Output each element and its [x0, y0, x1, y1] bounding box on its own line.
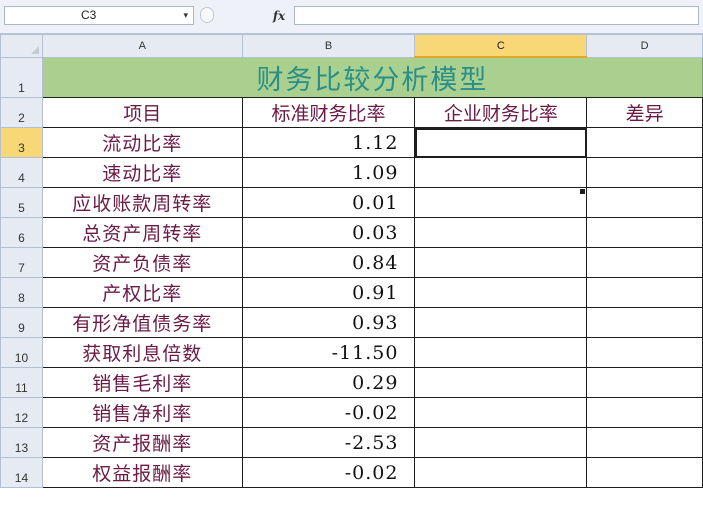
difference-cell[interactable]: [586, 187, 703, 218]
header-company-ratio[interactable]: 企业财务比率: [414, 97, 588, 128]
row-header-6[interactable]: 6: [0, 217, 43, 248]
difference-cell[interactable]: [586, 337, 703, 368]
difference-cell[interactable]: [586, 397, 703, 428]
company-ratio-cell[interactable]: [414, 367, 588, 398]
column-header-a[interactable]: A: [41, 34, 243, 58]
name-box[interactable]: C3 ▾: [4, 6, 194, 25]
row-header-10[interactable]: 10: [0, 337, 43, 368]
standard-ratio[interactable]: 0.93: [241, 307, 416, 338]
row-header-8[interactable]: 8: [0, 277, 43, 308]
standard-ratio[interactable]: 1.09: [241, 157, 416, 188]
standard-ratio[interactable]: 0.84: [241, 247, 416, 278]
company-ratio-cell[interactable]: [414, 337, 588, 368]
row-header-1[interactable]: 1: [0, 56, 43, 98]
company-ratio-cell[interactable]: [414, 217, 588, 248]
formula-bar: C3 ▾ fx: [0, 0, 703, 34]
difference-cell[interactable]: [586, 277, 703, 308]
difference-cell[interactable]: [586, 157, 703, 188]
standard-ratio[interactable]: -0.02: [241, 457, 416, 488]
difference-cell[interactable]: [586, 427, 703, 458]
difference-cell[interactable]: [586, 457, 703, 488]
item-name[interactable]: 销售净利率: [41, 397, 243, 428]
sheet-table: A B C D 1 财务比较分析模型 2 项目 标准财务比率 企业财务比率 差异…: [0, 34, 703, 488]
name-box-value: C3: [81, 8, 97, 22]
item-name[interactable]: 权益报酬率: [41, 457, 243, 488]
difference-cell[interactable]: [586, 217, 703, 248]
company-ratio-cell[interactable]: [414, 157, 588, 188]
formula-bar-resize-handle[interactable]: [200, 7, 214, 23]
standard-ratio[interactable]: 1.12: [241, 127, 416, 158]
company-ratio-cell[interactable]: [414, 427, 588, 458]
column-header-b[interactable]: B: [241, 34, 416, 58]
company-ratio-cell-selected[interactable]: [414, 127, 588, 158]
standard-ratio[interactable]: -0.02: [241, 397, 416, 428]
formula-input[interactable]: [294, 6, 699, 25]
spreadsheet-grid: A B C D 1 财务比较分析模型 2 项目 标准财务比率 企业财务比率 差异…: [0, 34, 703, 505]
company-ratio-cell[interactable]: [414, 247, 588, 278]
chevron-down-icon[interactable]: ▾: [183, 7, 188, 24]
item-name[interactable]: 获取利息倍数: [41, 337, 243, 368]
company-ratio-cell[interactable]: [414, 277, 588, 308]
header-standard-ratio[interactable]: 标准财务比率: [241, 97, 416, 128]
standard-ratio[interactable]: -2.53: [241, 427, 416, 458]
row-header-3[interactable]: 3: [0, 127, 43, 158]
item-name[interactable]: 速动比率: [41, 157, 243, 188]
item-name[interactable]: 销售毛利率: [41, 367, 243, 398]
row-header-2[interactable]: 2: [0, 97, 43, 128]
header-difference[interactable]: 差异: [586, 97, 703, 128]
difference-cell[interactable]: [586, 247, 703, 278]
row-header-7[interactable]: 7: [0, 247, 43, 278]
item-name[interactable]: 产权比率: [41, 277, 243, 308]
fill-handle[interactable]: [580, 189, 585, 194]
standard-ratio[interactable]: -11.50: [241, 337, 416, 368]
item-name[interactable]: 有形净值债务率: [41, 307, 243, 338]
row-header-13[interactable]: 13: [0, 427, 43, 458]
company-ratio-cell[interactable]: [414, 187, 588, 218]
row-header-11[interactable]: 11: [0, 367, 43, 398]
insert-function-icon[interactable]: fx: [268, 7, 290, 25]
column-header-d[interactable]: D: [586, 34, 703, 58]
item-name[interactable]: 资产负债率: [41, 247, 243, 278]
item-name[interactable]: 资产报酬率: [41, 427, 243, 458]
standard-ratio[interactable]: 0.03: [241, 217, 416, 248]
company-ratio-cell[interactable]: [414, 397, 588, 428]
header-item[interactable]: 项目: [41, 97, 243, 128]
row-header-4[interactable]: 4: [0, 157, 43, 188]
item-name[interactable]: 总资产周转率: [41, 217, 243, 248]
standard-ratio[interactable]: 0.01: [241, 187, 416, 218]
company-ratio-cell[interactable]: [414, 307, 588, 338]
difference-cell[interactable]: [586, 367, 703, 398]
row-header-14[interactable]: 14: [0, 457, 43, 488]
standard-ratio[interactable]: 0.91: [241, 277, 416, 308]
item-name[interactable]: 应收账款周转率: [41, 187, 243, 218]
row-header-12[interactable]: 12: [0, 397, 43, 428]
item-name[interactable]: 流动比率: [41, 127, 243, 158]
sheet-title[interactable]: 财务比较分析模型: [41, 56, 703, 98]
difference-cell[interactable]: [586, 127, 703, 158]
column-header-c[interactable]: C: [414, 34, 588, 58]
row-header-5[interactable]: 5: [0, 187, 43, 218]
standard-ratio[interactable]: 0.29: [241, 367, 416, 398]
difference-cell[interactable]: [586, 307, 703, 338]
select-all-corner[interactable]: [0, 34, 43, 58]
select-all-triangle-icon: [30, 45, 39, 54]
company-ratio-cell[interactable]: [414, 457, 588, 488]
row-header-9[interactable]: 9: [0, 307, 43, 338]
